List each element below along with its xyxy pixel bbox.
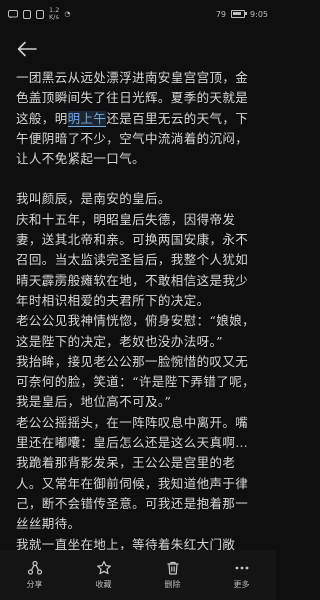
paragraph: 我抬眸，接见老公公那一脸惋惜的叹又无可奈何的脸，笑道：“许是陛下弄错了呢，我是皇… bbox=[16, 353, 255, 410]
share-button[interactable]: 分享 bbox=[10, 560, 60, 590]
delete-button[interactable]: 删除 bbox=[148, 560, 198, 590]
paragraph: 一团黑云从远处漂浮进南安皇宫宫顶，金色盖顶瞬间失了往日光辉。夏季的天就是这般，明… bbox=[16, 68, 260, 169]
notification-icon bbox=[36, 9, 44, 19]
star-icon bbox=[96, 560, 111, 575]
paragraph: 老公公见我神情恍惚，俯身安慰：“娘娘，这是陛下的决定，老奴也没办法呀。” bbox=[16, 313, 255, 349]
share-label: 分享 bbox=[26, 580, 43, 589]
back-button[interactable] bbox=[14, 36, 40, 62]
status-bar: 1.2 K/s ◔ 79 9:05 bbox=[0, 0, 276, 28]
status-left: 1.2 K/s ◔ bbox=[8, 7, 70, 21]
more-button[interactable]: 更多 bbox=[217, 560, 267, 590]
paragraph: 庆和十五年，明昭皇后失德，因得帝发妻，送其北帝和亲。可换两国安康，永不召回。当太… bbox=[16, 211, 249, 308]
trash-icon bbox=[167, 561, 178, 575]
share-icon bbox=[27, 560, 42, 575]
selected-text[interactable]: 明上午 bbox=[67, 110, 107, 127]
wifi-icon: ◔ bbox=[64, 10, 70, 18]
paragraph: 我跪着那背影发呆，王公公是宫里的老人。又常年在御前伺候，我知道他声于律己，断不会… bbox=[16, 455, 249, 532]
network-speed-unit: K/s bbox=[49, 13, 59, 21]
message-icon bbox=[8, 9, 18, 18]
battery-percent: 79 bbox=[215, 9, 227, 19]
delete-label: 删除 bbox=[164, 580, 181, 589]
battery-icon bbox=[231, 10, 248, 18]
back-arrow-icon bbox=[17, 41, 37, 57]
note-content[interactable]: 一团黑云从远处漂浮进南安皇宫宫顶，金色盖顶瞬间失了往日光辉。夏季的天就是这般，明… bbox=[16, 68, 260, 575]
clock: 9:05 bbox=[250, 9, 268, 19]
status-right: 79 9:05 bbox=[216, 10, 268, 19]
more-label: 更多 bbox=[233, 580, 250, 589]
notification-icon bbox=[23, 9, 31, 19]
paragraph: 老公公摇摇头，在一阵阵叹息中离开。嘴里还在嘟囔：皇后怎么还是这么天真啊… bbox=[16, 414, 249, 451]
bottom-toolbar: 分享 收藏 删除 更多 bbox=[0, 550, 276, 600]
network-speed: 1.2 K/s bbox=[49, 7, 59, 21]
favorite-label: 收藏 bbox=[95, 580, 112, 589]
favorite-button[interactable]: 收藏 bbox=[79, 560, 129, 590]
more-icon bbox=[235, 566, 248, 570]
paragraph: 我叫颜辰，是南安的皇后。 bbox=[16, 191, 171, 207]
